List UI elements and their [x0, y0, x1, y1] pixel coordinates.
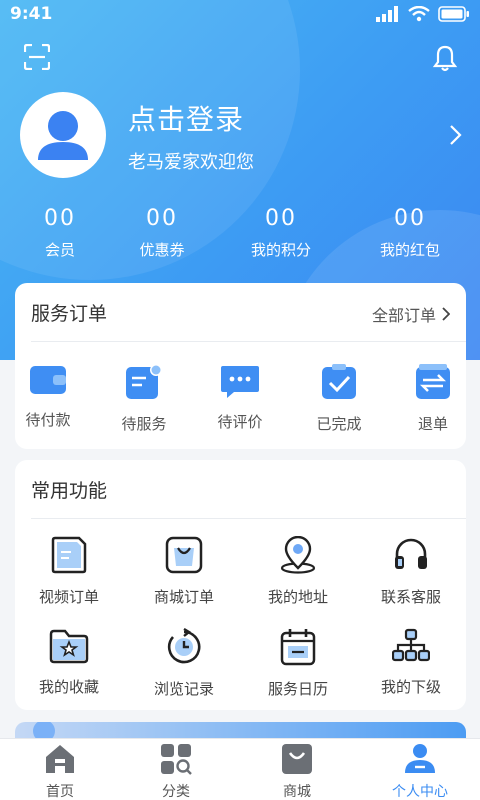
function-customer-service[interactable]: 联系客服 — [355, 536, 467, 607]
order-item-label: 退单 — [417, 415, 448, 433]
chevron-right-icon — [442, 307, 450, 321]
order-item-label: 待付款 — [25, 411, 71, 429]
card-title: 常用功能 — [31, 480, 108, 502]
all-orders-link[interactable]: 全部订单 — [372, 302, 450, 326]
home-icon — [46, 745, 74, 773]
user-silhouette-icon — [38, 111, 88, 160]
divider — [31, 518, 466, 519]
bell-icon[interactable] — [432, 44, 458, 72]
function-browse-history[interactable]: 浏览记录 — [128, 627, 240, 699]
stat-points[interactable]: 00 我的积分 — [221, 206, 341, 260]
function-label: 浏览记录 — [153, 680, 214, 698]
stats-row: 00 会员 00 优惠券 00 我的积分 00 我的红包 — [0, 206, 480, 266]
checkmark-icon — [322, 364, 356, 399]
stat-value: 00 — [394, 206, 426, 231]
tab-mall[interactable]: 商城 — [237, 743, 357, 800]
stat-red-packets[interactable]: 00 我的红包 — [350, 206, 470, 260]
common-functions-card: 常用功能 视频订单 商城订单 我的地址 联系客服 我的收藏 浏览记录 服务日历 … — [15, 460, 466, 710]
order-item-pending-review[interactable]: 待评价 — [200, 363, 280, 432]
order-item-label: 已完成 — [316, 415, 362, 433]
divider — [31, 341, 466, 342]
function-label: 我的下级 — [380, 678, 441, 696]
function-label: 联系客服 — [380, 588, 441, 606]
tab-label: 首页 — [46, 784, 74, 800]
function-video-orders[interactable]: 视频订单 — [13, 536, 125, 607]
comment-icon — [221, 366, 259, 398]
function-label: 我的收藏 — [38, 678, 99, 696]
function-label: 商城订单 — [153, 588, 214, 606]
category-icon — [161, 744, 192, 775]
favorites-folder-icon — [49, 629, 89, 664]
function-label: 服务日历 — [267, 680, 328, 698]
welcome-text: 老马爱家欢迎您 — [128, 152, 254, 173]
function-my-subordinates[interactable]: 我的下级 — [355, 628, 467, 697]
history-icon — [167, 627, 201, 664]
bottom-tab-bar: 首页 分类 商城 个人中心 — [0, 738, 480, 800]
pending-service-icon — [126, 364, 162, 399]
tab-home[interactable]: 首页 — [0, 743, 120, 800]
order-item-label: 待服务 — [121, 415, 167, 433]
tab-profile[interactable]: 个人中心 — [360, 743, 480, 800]
video-order-icon — [51, 536, 87, 574]
stat-label: 我的红包 — [379, 241, 440, 259]
status-time: 9:41 — [10, 4, 53, 24]
location-pin-icon — [280, 535, 316, 574]
function-mall-orders[interactable]: 商城订单 — [128, 536, 240, 607]
wallet-icon — [30, 366, 66, 394]
scan-icon[interactable] — [24, 44, 50, 70]
tab-label: 个人中心 — [392, 784, 448, 800]
service-orders-card: 服务订单 全部订单 待付款 待服务 待评价 已完成 退单 — [15, 283, 466, 449]
stat-value: 00 — [265, 206, 297, 231]
order-item-refund[interactable]: 退单 — [393, 363, 473, 434]
function-service-calendar[interactable]: 服务日历 — [242, 628, 354, 699]
function-label: 视频订单 — [38, 588, 99, 606]
calendar-icon — [280, 629, 316, 666]
user-center-icon — [405, 744, 435, 773]
order-item-completed[interactable]: 已完成 — [299, 363, 379, 434]
order-item-pending-payment[interactable]: 待付款 — [8, 363, 88, 430]
function-my-address[interactable]: 我的地址 — [242, 535, 354, 607]
stat-coupons[interactable]: 00 优惠券 — [102, 206, 222, 260]
tab-label: 商城 — [283, 784, 311, 800]
shop-icon — [282, 744, 312, 774]
stat-label: 我的积分 — [250, 241, 311, 259]
refund-icon — [416, 364, 450, 399]
all-orders-label: 全部订单 — [371, 306, 436, 325]
org-chart-icon — [391, 628, 431, 662]
signal-icon — [376, 6, 398, 22]
chevron-right-icon[interactable] — [448, 124, 462, 146]
order-item-pending-service[interactable]: 待服务 — [104, 363, 184, 434]
function-label: 我的地址 — [267, 588, 328, 606]
tab-category[interactable]: 分类 — [116, 743, 236, 800]
status-bar: 9:41 — [0, 0, 480, 28]
avatar[interactable] — [20, 92, 106, 178]
card-title: 服务订单 — [31, 303, 108, 325]
battery-icon — [438, 6, 469, 22]
login-link[interactable]: 点击登录 — [128, 98, 244, 138]
stat-label: 优惠券 — [139, 241, 185, 259]
function-my-favorites[interactable]: 我的收藏 — [13, 628, 125, 697]
shopping-bag-icon — [165, 536, 203, 574]
order-item-label: 待评价 — [217, 413, 263, 431]
wifi-icon — [408, 6, 430, 22]
headset-icon — [395, 538, 427, 569]
stat-value: 00 — [146, 206, 178, 231]
tab-label: 分类 — [162, 784, 190, 800]
